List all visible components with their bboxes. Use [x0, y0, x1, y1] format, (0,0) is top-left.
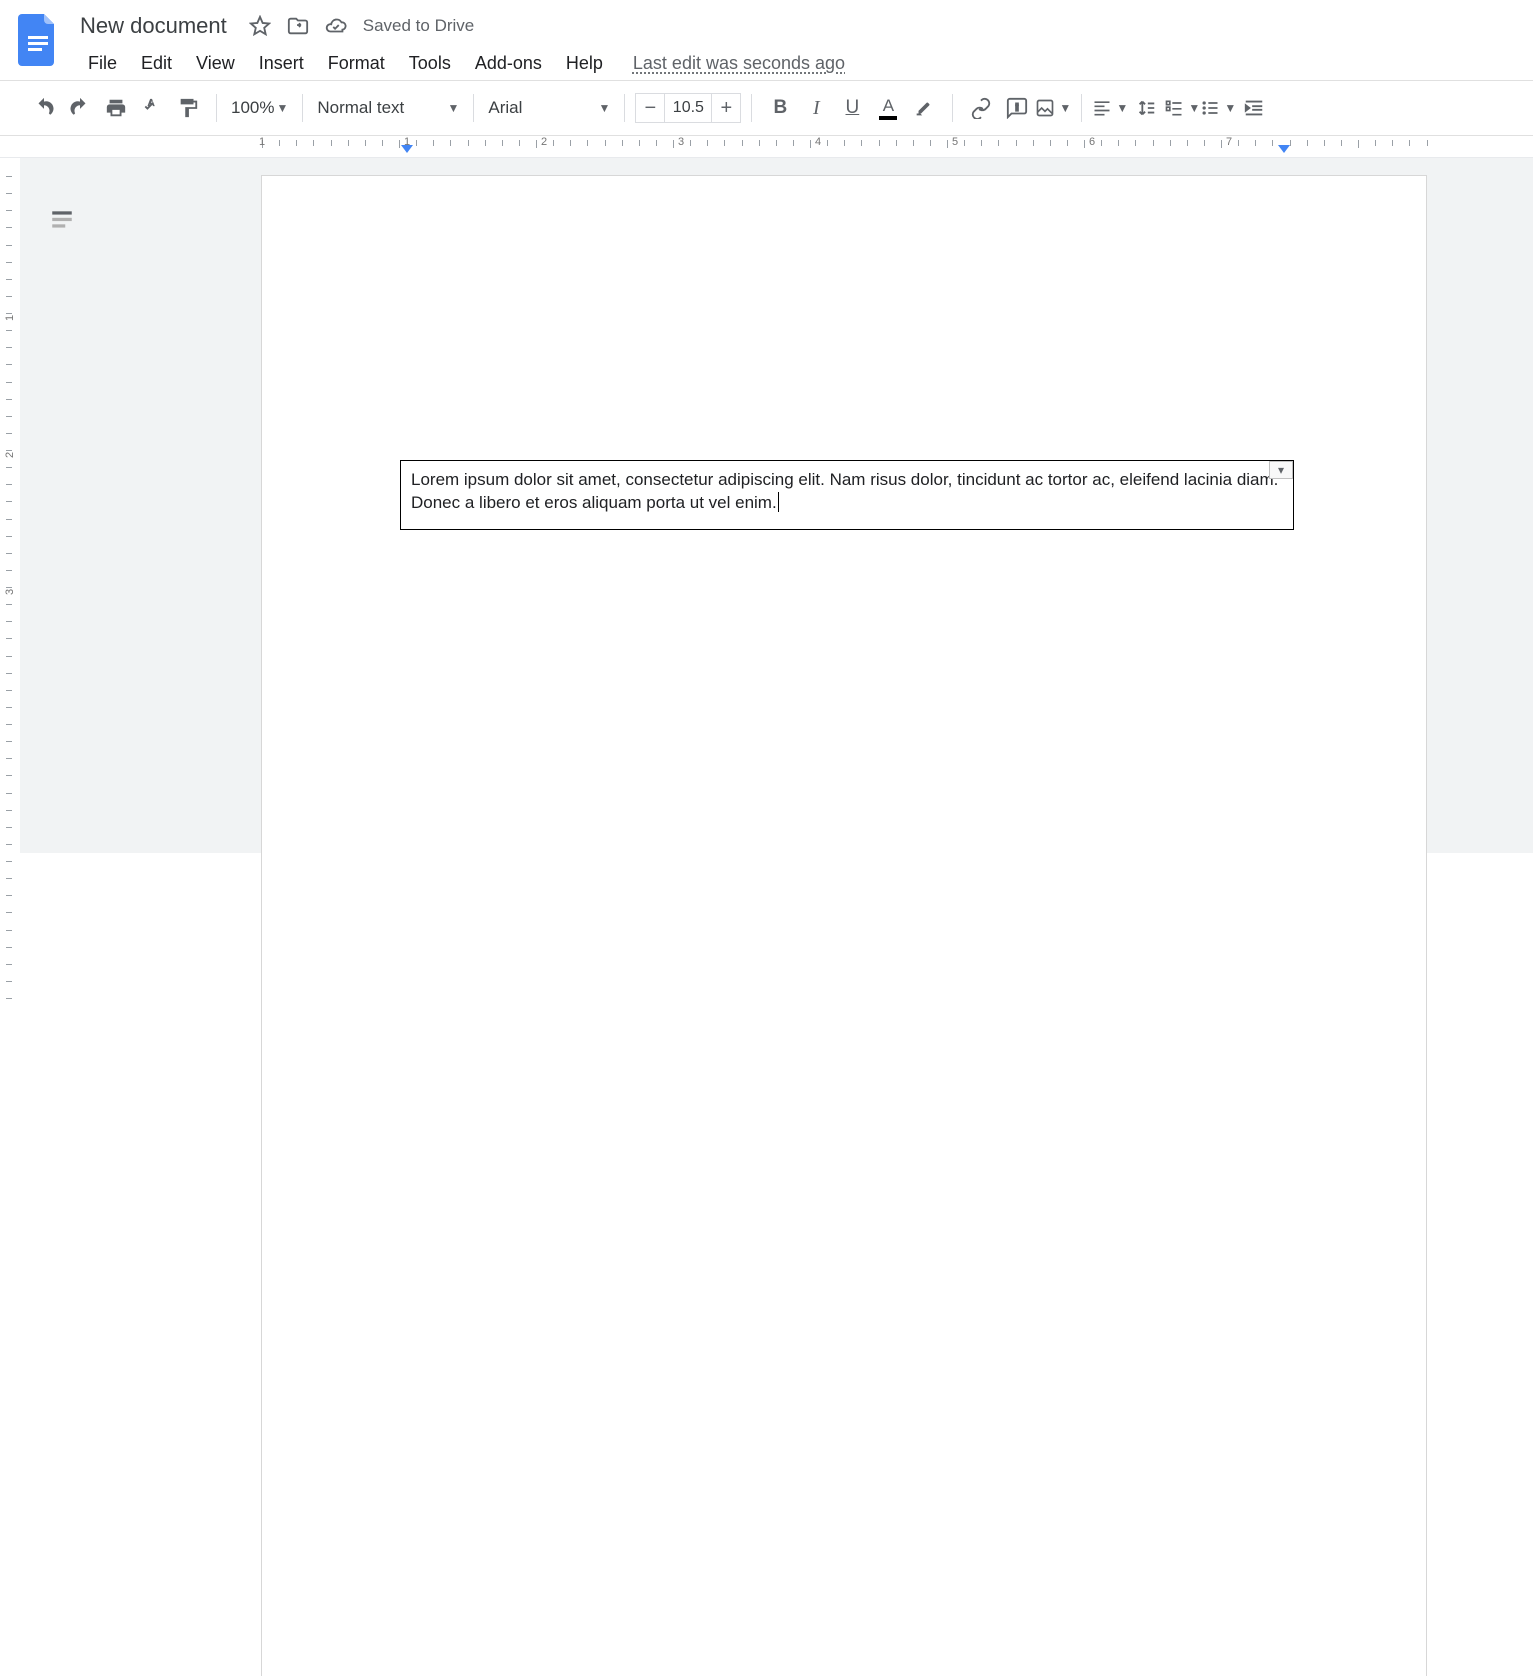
bulleted-list-button[interactable]: ▼: [1200, 90, 1236, 126]
redo-button[interactable]: [62, 90, 98, 126]
chevron-down-icon: ▼: [1188, 101, 1200, 115]
menu-tools[interactable]: Tools: [397, 49, 463, 78]
paragraph-style-select[interactable]: Normal text ▼: [313, 98, 463, 118]
menu-file[interactable]: File: [76, 49, 129, 78]
bold-button[interactable]: B: [762, 90, 798, 126]
document-title[interactable]: New document: [76, 11, 231, 41]
zoom-select[interactable]: 100% ▼: [227, 98, 292, 118]
document-page[interactable]: ▾ Lorem ipsum dolor sit amet, consectetu…: [262, 176, 1426, 1676]
horizontal-ruler[interactable]: 11234567: [0, 136, 1533, 158]
paint-format-button[interactable]: [170, 90, 206, 126]
spellcheck-button[interactable]: [134, 90, 170, 126]
highlight-button[interactable]: [906, 90, 942, 126]
undo-button[interactable]: [26, 90, 62, 126]
align-button[interactable]: ▼: [1092, 90, 1128, 126]
right-indent-marker[interactable]: [1278, 145, 1290, 157]
app-header: New document Saved to Drive File Edit Vi…: [0, 0, 1533, 80]
menu-format[interactable]: Format: [316, 49, 397, 78]
underline-button[interactable]: U: [834, 90, 870, 126]
star-icon[interactable]: [249, 15, 271, 37]
font-name-value: Arial: [488, 98, 522, 118]
font-size-increase-button[interactable]: +: [711, 93, 741, 123]
chevron-down-icon: ▼: [1224, 101, 1236, 115]
text-columns-box[interactable]: ▾ Lorem ipsum dolor sit amet, consectetu…: [400, 460, 1294, 530]
chevron-down-icon: ▼: [276, 101, 288, 115]
paragraph-style-value: Normal text: [317, 98, 404, 118]
decrease-indent-button[interactable]: [1236, 90, 1272, 126]
saved-status: Saved to Drive: [363, 16, 475, 36]
zoom-value: 100%: [231, 98, 274, 118]
print-button[interactable]: [98, 90, 134, 126]
italic-button[interactable]: I: [798, 90, 834, 126]
menu-edit[interactable]: Edit: [129, 49, 184, 78]
chevron-down-icon: ▼: [447, 101, 459, 115]
menu-bar: File Edit View Insert Format Tools Add-o…: [76, 46, 1517, 80]
text-color-button[interactable]: A: [870, 90, 906, 126]
font-size-input[interactable]: [665, 93, 711, 123]
chevron-down-icon: ▾: [1278, 463, 1284, 477]
left-indent-marker[interactable]: [401, 145, 413, 157]
document-outline-button[interactable]: [40, 198, 84, 242]
move-icon[interactable]: [287, 15, 309, 37]
chevron-down-icon: ▼: [1116, 101, 1128, 115]
insert-comment-button[interactable]: [999, 90, 1035, 126]
document-body-text[interactable]: Lorem ipsum dolor sit amet, consectetur …: [411, 469, 1283, 515]
editor-workspace: 123 ▾ Lorem ipsum dolor sit amet, consec…: [0, 158, 1533, 853]
cloud-saved-icon[interactable]: [325, 15, 347, 37]
line-spacing-button[interactable]: [1128, 90, 1164, 126]
vertical-ruler[interactable]: 123: [0, 158, 20, 853]
last-edit-link[interactable]: Last edit was seconds ago: [633, 53, 845, 74]
font-size-group: − +: [635, 93, 741, 123]
menu-view[interactable]: View: [184, 49, 247, 78]
menu-insert[interactable]: Insert: [247, 49, 316, 78]
text-cursor: [778, 492, 779, 512]
checklist-button[interactable]: ▼: [1164, 90, 1200, 126]
menu-addons[interactable]: Add-ons: [463, 49, 554, 78]
font-size-decrease-button[interactable]: −: [635, 93, 665, 123]
toolbar: 100% ▼ Normal text ▼ Arial ▼ − + B I U A…: [0, 80, 1533, 136]
chevron-down-icon: ▼: [598, 101, 610, 115]
font-select[interactable]: Arial ▼: [484, 98, 614, 118]
menu-help[interactable]: Help: [554, 49, 615, 78]
columns-options-button[interactable]: ▾: [1269, 461, 1293, 479]
insert-image-button[interactable]: ▼: [1035, 90, 1071, 126]
chevron-down-icon: ▼: [1059, 101, 1071, 115]
docs-logo-icon[interactable]: [18, 14, 58, 66]
insert-link-button[interactable]: [963, 90, 999, 126]
